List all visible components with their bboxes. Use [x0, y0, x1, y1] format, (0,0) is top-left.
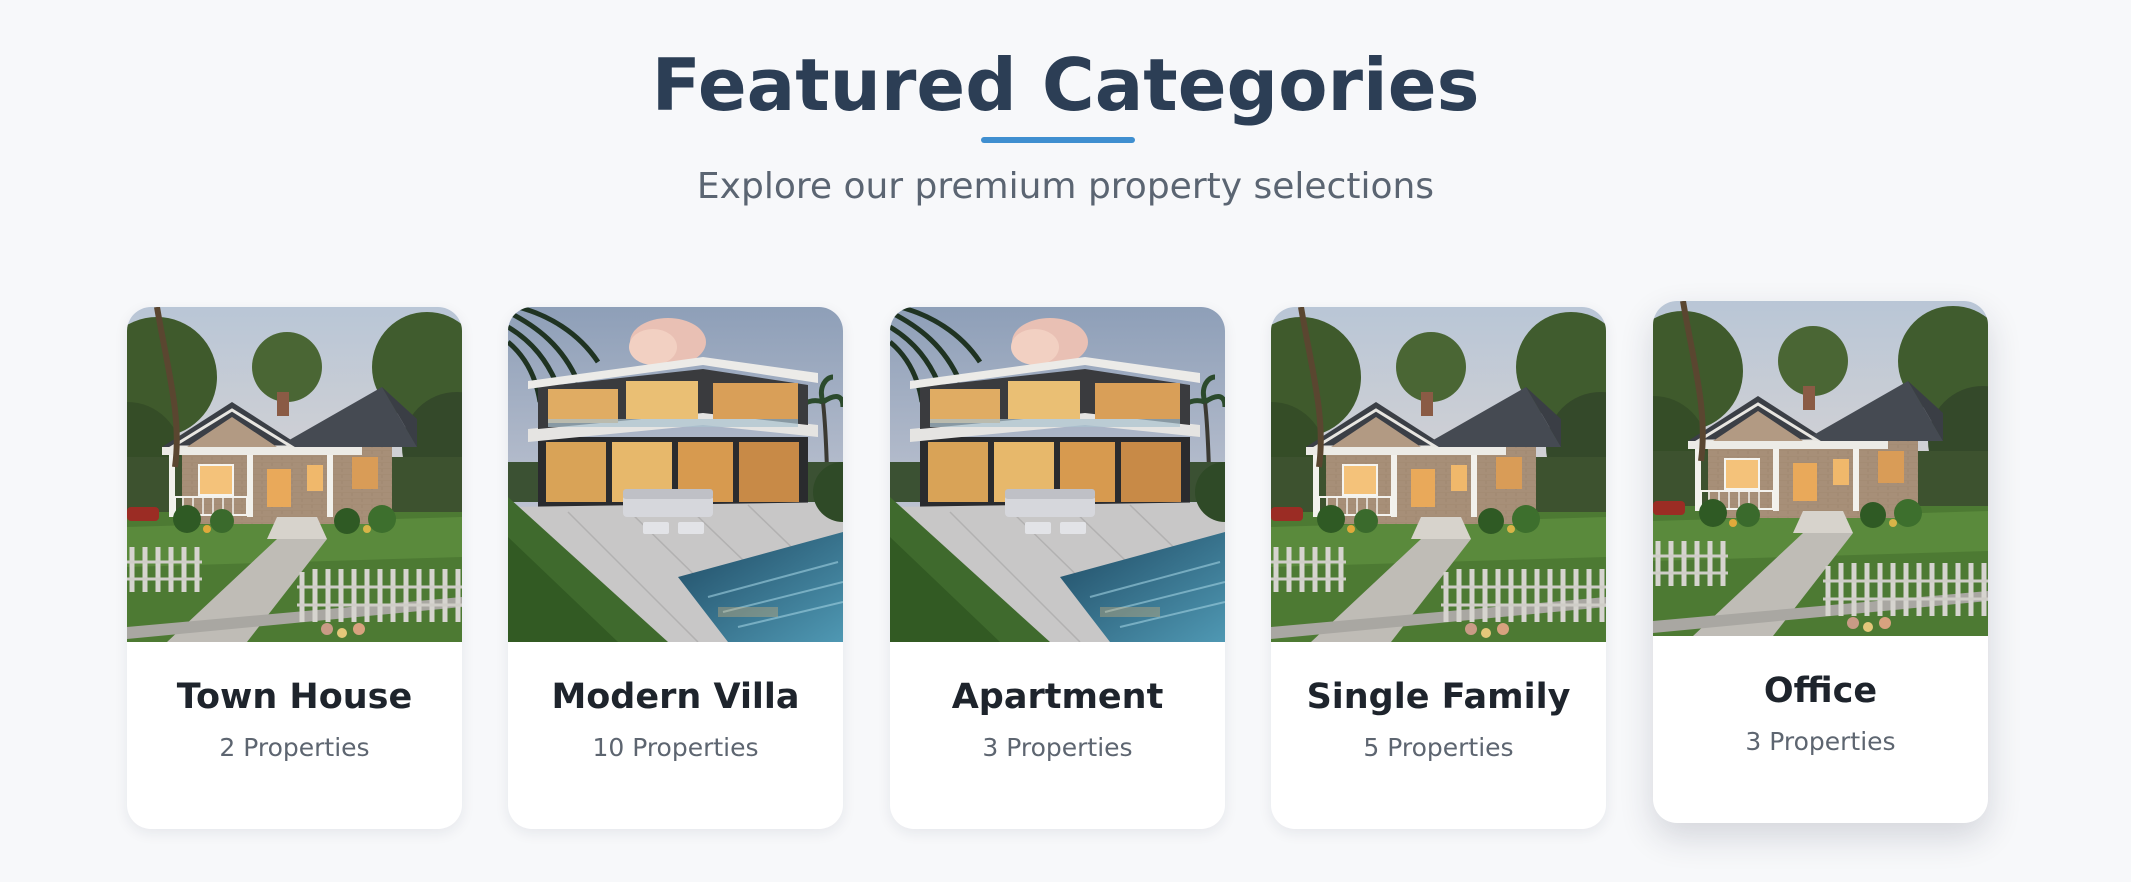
category-card-town-house[interactable]: Town House 2 Properties [127, 307, 462, 829]
category-card-modern-villa[interactable]: Modern Villa 10 Properties [508, 307, 843, 829]
apartment-photo [890, 307, 1225, 642]
category-count: 10 Properties [592, 733, 759, 762]
category-count: 5 Properties [1363, 733, 1514, 762]
category-count: 3 Properties [1745, 727, 1896, 756]
category-card-office[interactable]: Office 3 Properties [1653, 301, 1988, 823]
category-count: 2 Properties [219, 733, 370, 762]
section-title: Featured Categories [651, 43, 1480, 127]
category-count: 3 Properties [982, 733, 1133, 762]
category-card-apartment[interactable]: Apartment 3 Properties [890, 307, 1225, 829]
single-family-photo [1271, 307, 1606, 642]
title-underline [981, 137, 1135, 143]
town-house-photo [127, 307, 462, 642]
category-name: Town House [176, 677, 413, 717]
category-name: Modern Villa [551, 677, 800, 717]
category-name: Single Family [1306, 677, 1571, 717]
category-name: Office [1763, 671, 1878, 711]
section-subtitle: Explore our premium property selections [696, 166, 1435, 207]
category-name: Apartment [951, 677, 1164, 717]
modern-villa-photo [508, 307, 843, 642]
office-photo [1653, 301, 1988, 636]
category-card-single-family[interactable]: Single Family 5 Properties [1271, 307, 1606, 829]
